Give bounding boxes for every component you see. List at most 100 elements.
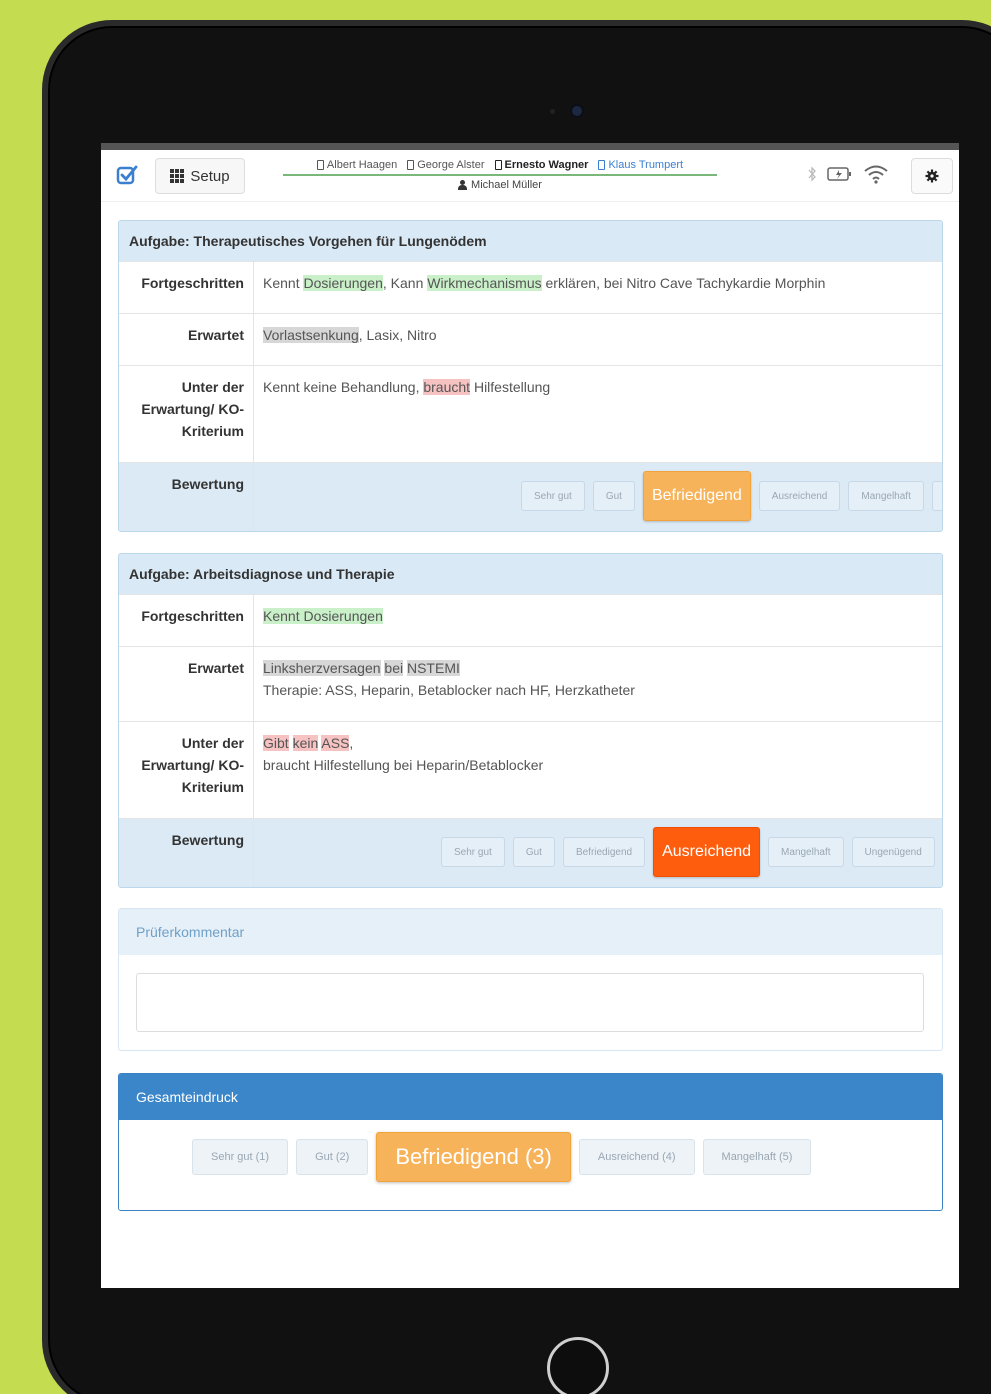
below-label: Unter der Erwartung/ KO-Kriterium <box>119 722 254 818</box>
candidate-name: Klaus Trumpert <box>608 159 684 171</box>
app-screen: Setup Albert Haagen George Alster Ernesto … <box>101 143 959 1288</box>
below-label: Unter der Erwartung/ KO-Kriterium <box>119 366 254 462</box>
candidate-name: George Alster <box>417 159 485 171</box>
text-fragment: , Lasix, Nitro <box>358 327 437 343</box>
advanced-row: Fortgeschritten Kennt Dosierungen, Kann … <box>119 261 942 313</box>
highlighted-keyword: Linksherzversagen <box>263 660 381 676</box>
highlighted-keyword: kein <box>292 735 319 751</box>
advanced-text: Kennt Dosierungen, Kann Wirkmechanismus … <box>254 262 942 313</box>
comment-textarea[interactable] <box>136 973 924 1032</box>
advanced-label: Fortgeschritten <box>119 262 254 313</box>
overall-label: Gesamteindruck <box>119 1074 942 1120</box>
setup-button[interactable]: Setup <box>155 158 245 194</box>
below-line-1: Gibt kein ASS, <box>263 732 933 754</box>
task-panel-1: Aufgabe: Therapeutisches Vorgehen für Lu… <box>118 220 943 532</box>
rating-option-button[interactable]: Sehr gut <box>521 481 585 511</box>
rating-option-button[interactable]: Ausreichend <box>758 481 841 511</box>
advanced-row: Fortgeschritten Kennt Dosierungen <box>119 594 942 646</box>
overall-grade-button[interactable]: Gut (2) <box>296 1139 369 1175</box>
tablet-icon <box>316 160 324 170</box>
rating-label: Bewertung <box>119 819 254 887</box>
rating-label: Bewertung <box>119 463 254 531</box>
checkbox-logo-icon[interactable] <box>116 164 138 186</box>
overall-grade-button[interactable]: Mangelhaft (5) <box>702 1139 812 1175</box>
candidate-tab[interactable]: Klaus Trumpert <box>598 159 683 171</box>
candidate-list: Albert Haagen George Alster Ernesto Wagner… <box>283 159 717 176</box>
wifi-icon <box>864 165 888 184</box>
text-fragment: Kennt keine Behandlung, <box>263 379 424 395</box>
rating-option-button[interactable]: Befriedigend <box>562 837 646 867</box>
rating-option-button[interactable]: Gut <box>592 481 635 511</box>
below-text: Kennt keine Behandlung, braucht Hilfeste… <box>254 366 942 462</box>
highlighted-keyword: Vorlastsenkung <box>263 327 359 343</box>
text-fragment: Kennt <box>263 275 304 291</box>
settings-button[interactable] <box>911 158 953 194</box>
expected-text: Linksherzversagen bei NSTEMI Therapie: A… <box>254 647 942 721</box>
bluetooth-icon <box>808 166 816 182</box>
highlighted-keyword: bei <box>384 660 404 676</box>
text-fragment: erklären, bei Nitro Cave Tachykardie Mor… <box>541 275 826 291</box>
expected-row: Erwartet Vorlastsenkung, Lasix, Nitro <box>119 313 942 365</box>
rating-buttons: Sehr gut Gut Befriedigend Ausreichend Mangel… <box>441 827 935 877</box>
below-row: Unter der Erwartung/ KO-Kriterium Gibt k… <box>119 721 942 818</box>
expected-line-2: Therapie: ASS, Heparin, Betablocker nach… <box>263 682 635 698</box>
rating-option-button[interactable]: Ungenügend <box>931 481 942 511</box>
person-icon <box>458 180 468 190</box>
status-icons <box>807 164 889 184</box>
expected-text: Vorlastsenkung, Lasix, Nitro <box>254 314 942 365</box>
text-fragment <box>289 735 293 751</box>
examiner-name: Michael Müller <box>283 179 717 191</box>
battery-charging-icon <box>827 167 851 181</box>
camera-icon <box>572 106 582 116</box>
rating-option-button[interactable]: Ungenügend <box>851 837 935 867</box>
overall-grade-button[interactable]: Befriedigend (3) <box>376 1132 571 1182</box>
highlighted-keyword: Gibt <box>263 735 289 751</box>
rating-option-button[interactable]: Mangelhaft <box>768 837 844 867</box>
candidate-name: Albert Haagen <box>326 159 398 171</box>
below-row: Unter der Erwartung/ KO-Kriterium Kennt … <box>119 365 942 462</box>
sensor-dot <box>550 109 555 114</box>
below-text: Gibt kein ASS, braucht Hilfestellung bei… <box>254 722 942 818</box>
expected-label: Erwartet <box>119 314 254 365</box>
setup-label: Setup <box>190 167 230 185</box>
rating-option-button[interactable]: Gut <box>512 837 555 867</box>
comment-panel: Prüferkommentar <box>118 908 943 1051</box>
overall-buttons: Sehr gut (1) Gut (2) Befriedigend (3) Ausre… <box>192 1132 812 1182</box>
rating-option-button[interactable]: Ausreichend <box>653 827 761 877</box>
highlighted-keyword: Kennt Dosierungen <box>263 608 383 624</box>
tablet-icon <box>494 160 502 170</box>
home-button[interactable] <box>547 1337 609 1394</box>
rating-option-button[interactable]: Befriedigend <box>642 471 751 521</box>
advanced-text: Kennt Dosierungen <box>254 595 942 646</box>
candidate-tab[interactable]: Albert Haagen <box>316 159 398 171</box>
task-panel-2: Aufgabe: Arbeitsdiagnose und Therapie Fo… <box>118 553 943 888</box>
expected-label: Erwartet <box>119 647 254 721</box>
candidate-tab[interactable]: Ernesto Wagner <box>494 159 589 171</box>
advanced-label: Fortgeschritten <box>119 595 254 646</box>
rating-option-button[interactable]: Sehr gut <box>441 837 505 867</box>
candidate-name: Ernesto Wagner <box>504 159 589 171</box>
overall-grade-button[interactable]: Sehr gut (1) <box>192 1139 289 1175</box>
examiner-label: Michael Müller <box>471 179 542 191</box>
task-title: Aufgabe: Therapeutisches Vorgehen für Lu… <box>119 221 942 261</box>
overall-panel: Gesamteindruck Sehr gut (1) Gut (2) Befrie… <box>118 1073 943 1211</box>
tablet-icon <box>407 160 415 170</box>
highlighted-keyword: NSTEMI <box>406 660 460 676</box>
rating-buttons: Sehr gut Gut Befriedigend Ausreichend Mangel… <box>521 471 942 521</box>
rating-option-button[interactable]: Mangelhaft <box>848 481 924 511</box>
candidate-tab[interactable]: George Alster <box>407 159 485 171</box>
highlighted-keyword: Wirkmechanismus <box>427 275 542 291</box>
overall-grade-button[interactable]: Ausreichend (4) <box>578 1139 695 1175</box>
highlighted-keyword: Dosierungen <box>303 275 383 291</box>
top-navbar: Setup Albert Haagen George Alster Ernesto … <box>101 150 959 202</box>
candidate-switcher: Albert Haagen George Alster Ernesto Wagner… <box>283 159 717 191</box>
expected-line-1: Linksherzversagen bei NSTEMI <box>263 657 933 679</box>
grid-icon <box>170 169 185 183</box>
highlighted-keyword: braucht <box>423 379 471 395</box>
below-line-2: braucht Hilfestellung bei Heparin/Betabl… <box>263 757 544 773</box>
tablet-icon <box>598 160 606 170</box>
task-title: Aufgabe: Arbeitsdiagnose und Therapie <box>119 554 942 594</box>
text-fragment: Hilfestellung <box>470 379 551 395</box>
status-strip <box>101 143 959 150</box>
text-fragment: , Kann <box>382 275 428 291</box>
